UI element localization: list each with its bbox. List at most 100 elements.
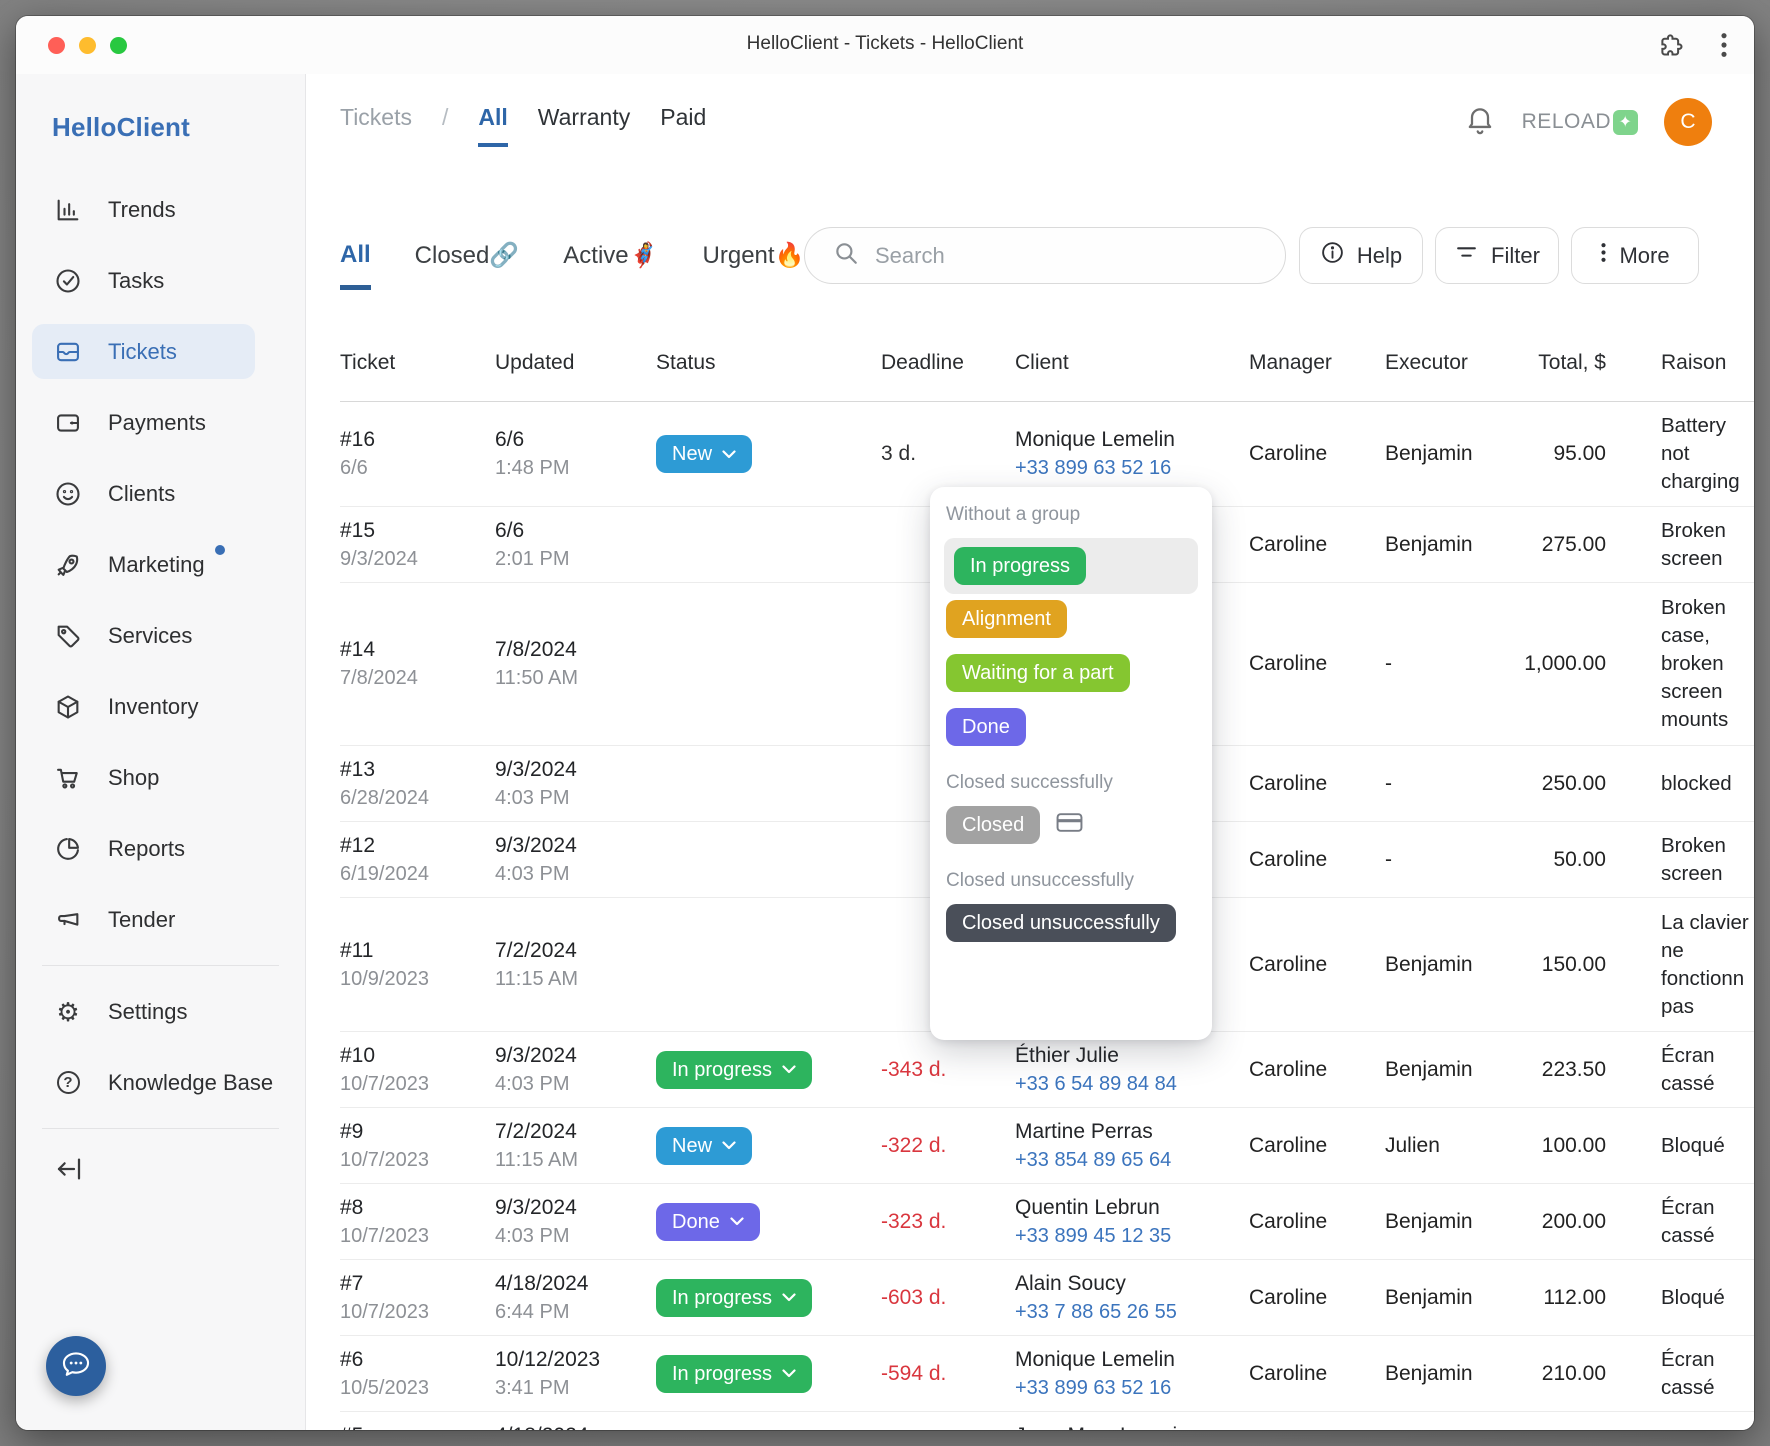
status-chip[interactable]: Waiting for a part	[946, 654, 1130, 692]
notifications-bell-icon[interactable]	[1464, 103, 1496, 142]
search-input[interactable]: Search	[804, 227, 1286, 284]
app-logo[interactable]: HelloClient	[52, 112, 190, 143]
status-chip[interactable]: In progress	[954, 547, 1086, 585]
tab-paid[interactable]: Paid	[660, 104, 706, 143]
titlebar: HelloClient - Tickets - HelloClient	[16, 16, 1754, 74]
ticket-id-cell: #1010/7/2023	[340, 1044, 495, 1096]
sparkle-badge-icon: ✦	[1613, 110, 1638, 135]
dropdown-option[interactable]: Done	[946, 708, 1196, 746]
filter-tab-active[interactable]: Active🦸‍♀️	[563, 241, 658, 290]
filter-tab-all[interactable]: All	[340, 241, 371, 290]
ticket-row-7[interactable]: #710/7/2023 4/18/20246:44 PM In progress…	[340, 1260, 1754, 1336]
raison-cell: Brokenscreen	[1608, 832, 1754, 888]
sidebar-item-clients[interactable]: Clients	[16, 458, 305, 529]
client-cell: Martine Perras+33 854 89 65 64	[1015, 1120, 1249, 1172]
filter-button[interactable]: Filter	[1435, 227, 1559, 284]
client-phone-link[interactable]: +33 899 63 52 16	[1015, 1377, 1249, 1400]
sidebar-item-label: Tickets	[108, 339, 177, 365]
ticket-id-cell: #710/7/2023	[340, 1272, 495, 1324]
dropdown-option[interactable]: Closed	[946, 806, 1196, 844]
status-chip[interactable]: New	[656, 435, 752, 473]
client-phone-link[interactable]: +33 899 45 12 35	[1015, 1225, 1249, 1248]
help-button[interactable]: Help	[1299, 227, 1423, 284]
support-chat-button[interactable]	[46, 1336, 106, 1396]
sidebar-item-trends[interactable]: Trends	[16, 174, 305, 245]
client-phone-link[interactable]: +33 899 63 52 16	[1015, 457, 1249, 480]
browser-menu-icon[interactable]	[1720, 31, 1728, 64]
ticket-row-9[interactable]: #910/7/2023 7/2/202411:15 AM New -322 d.…	[340, 1108, 1754, 1184]
reports-icon	[54, 835, 82, 863]
ticket-id-cell: #810/7/2023	[340, 1196, 495, 1248]
filter-tab-closed[interactable]: Closed🔗	[415, 241, 520, 290]
filter-lines-icon	[1454, 240, 1479, 271]
tab-warranty[interactable]: Warranty	[538, 104, 630, 143]
ticket-row-8[interactable]: #810/7/2023 9/3/20244:03 PM Done -323 d.…	[340, 1184, 1754, 1260]
client-phone-link[interactable]: +33 7 88 65 26 55	[1015, 1301, 1249, 1324]
table-header: TicketUpdatedStatusDeadlineClientManager…	[340, 324, 1754, 401]
sidebar-item-tender[interactable]: Tender	[16, 884, 305, 955]
status-chip[interactable]: Closed unsuccessfully	[946, 904, 1176, 942]
status-chip[interactable]: In progress	[656, 1051, 812, 1089]
tab-all[interactable]: All	[478, 104, 507, 147]
sidebar-item-inventory[interactable]: Inventory	[16, 671, 305, 742]
column-header-executor: Executor	[1385, 351, 1505, 375]
dropdown-option[interactable]: Closed unsuccessfully	[946, 904, 1196, 942]
sidebar-item-settings[interactable]: ⚙ Settings	[16, 976, 305, 1047]
ticket-row-10[interactable]: #1010/7/2023 9/3/20244:03 PM In progress…	[340, 1032, 1754, 1108]
status-chip[interactable]: Closed	[946, 806, 1040, 844]
column-header-status: Status	[656, 351, 881, 375]
sidebar-item-knowledge-base[interactable]: ? Knowledge Base	[16, 1047, 305, 1118]
info-icon	[1320, 240, 1345, 271]
updated-cell: 6/61:48 PM	[495, 428, 656, 480]
sidebar-item-shop[interactable]: Shop	[16, 742, 305, 813]
notification-dot-icon	[215, 545, 225, 555]
total-cell: 1,000.00	[1505, 652, 1608, 676]
status-chip[interactable]: Done	[656, 1203, 760, 1241]
total-cell: 223.50	[1505, 1058, 1608, 1082]
extensions-puzzle-icon[interactable]	[1659, 32, 1686, 64]
dropdown-option[interactable]: Alignment	[946, 600, 1196, 638]
status-chip[interactable]: Alignment	[946, 600, 1067, 638]
collapse-sidebar-button[interactable]	[16, 1139, 305, 1203]
ticket-id-cell: #159/3/2024	[340, 519, 495, 571]
status-cell: In progress	[656, 1279, 881, 1317]
ticket-row-5[interactable]: #510/5/2023 4/18/20246:44 PM In progress…	[340, 1412, 1754, 1430]
knowledge-icon: ?	[54, 1069, 82, 1097]
status-chip[interactable]: Done	[946, 708, 1026, 746]
executor-cell: -	[1385, 652, 1505, 676]
user-avatar[interactable]: C	[1664, 98, 1712, 146]
breadcrumb-parent[interactable]: Tickets	[340, 104, 412, 131]
ticket-id-cell: #910/7/2023	[340, 1120, 495, 1172]
sidebar-item-label: Tasks	[108, 268, 164, 294]
dropdown-option[interactable]: Waiting for a part	[946, 654, 1196, 692]
status-chip[interactable]: In progress	[656, 1279, 812, 1317]
breadcrumb: Tickets / All Warranty Paid	[340, 104, 706, 147]
sidebar-item-payments[interactable]: Payments	[16, 387, 305, 458]
settings-icon: ⚙	[54, 998, 82, 1026]
sidebar-item-marketing[interactable]: Marketing	[16, 529, 305, 600]
sidebar-item-tickets[interactable]: Tickets	[16, 316, 305, 387]
executor-cell: Benjamin	[1385, 1362, 1505, 1386]
sidebar: HelloClient Trends Tasks Tickets Payment…	[16, 74, 306, 1430]
sidebar-item-reports[interactable]: Reports	[16, 813, 305, 884]
client-phone-link[interactable]: +33 854 89 65 64	[1015, 1149, 1249, 1172]
dropdown-option-highlighted[interactable]: In progress	[944, 538, 1198, 594]
filter-tab-urgent[interactable]: Urgent🔥	[703, 241, 805, 290]
clients-icon	[54, 480, 82, 508]
sidebar-item-services[interactable]: Services	[16, 600, 305, 671]
collapse-sidebar-icon	[54, 1154, 84, 1189]
vertical-dots-icon	[1600, 240, 1607, 271]
deadline-cell: -343 d.	[881, 1058, 1015, 1082]
client-phone-link[interactable]: +33 6 54 89 84 84	[1015, 1073, 1249, 1096]
client-cell: Jean-Marc Lacroix+33 9 88 86 51 65	[1015, 1424, 1249, 1431]
ticket-id-cell: #1110/9/2023	[340, 939, 495, 991]
reload-button[interactable]: RELOAD ✦	[1522, 110, 1638, 135]
sidebar-item-tasks[interactable]: Tasks	[16, 245, 305, 316]
client-cell: Monique Lemelin+33 899 63 52 16	[1015, 428, 1249, 480]
status-chip[interactable]: In progress	[656, 1355, 812, 1393]
more-button[interactable]: More	[1571, 227, 1699, 284]
total-cell: 112.00	[1505, 1286, 1608, 1310]
ticket-row-6[interactable]: #610/5/2023 10/12/20233:41 PM In progres…	[340, 1336, 1754, 1412]
status-chip[interactable]: New	[656, 1127, 752, 1165]
sidebar-item-label: Services	[108, 623, 192, 649]
